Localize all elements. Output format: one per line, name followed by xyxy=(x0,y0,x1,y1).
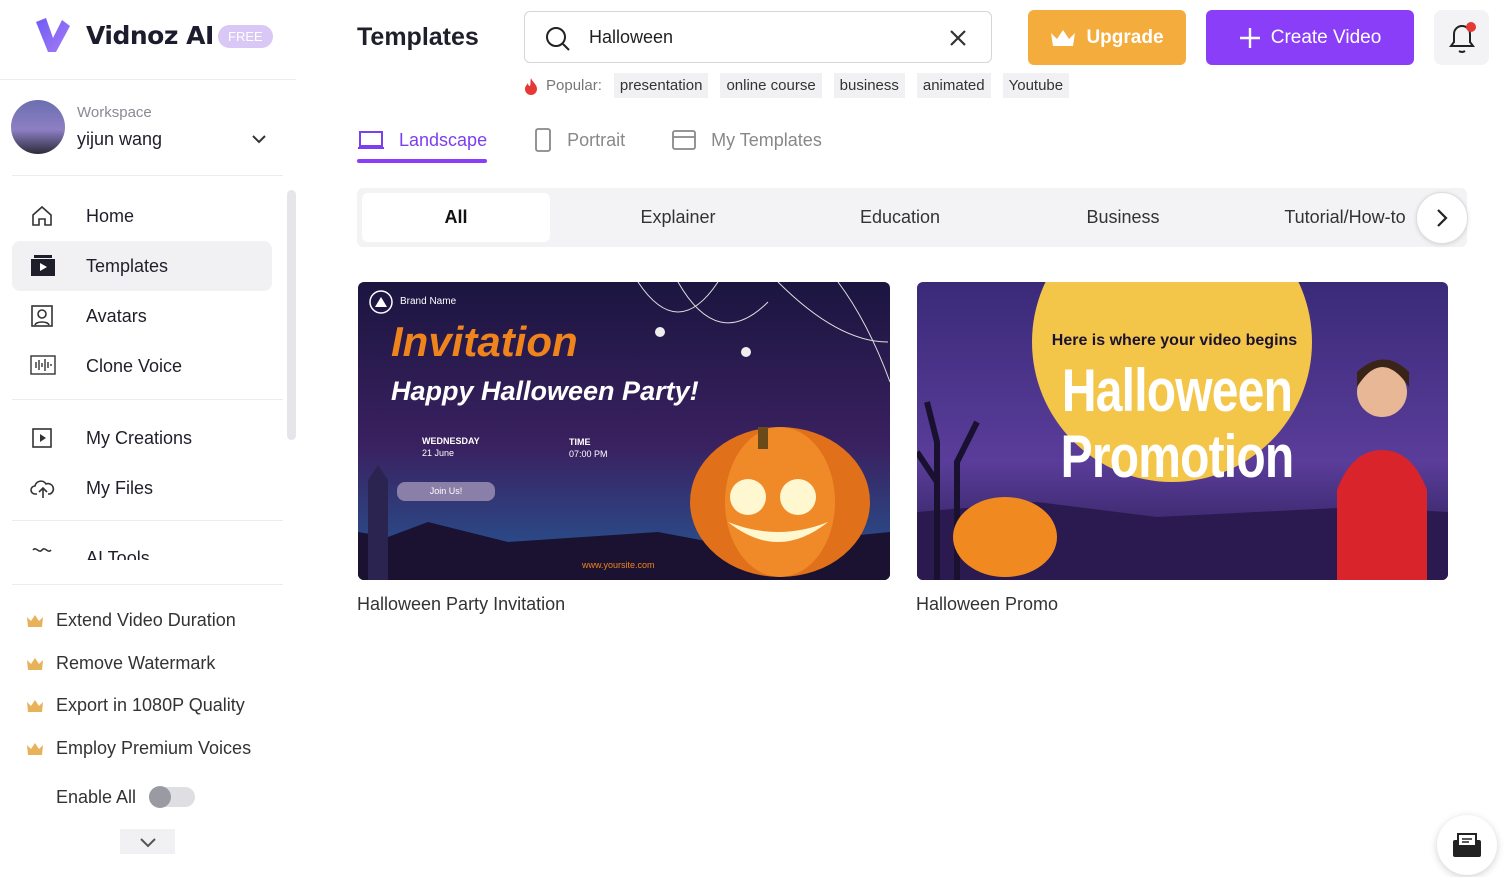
thumb-day: WEDNESDAY xyxy=(422,436,480,446)
upgrade-button[interactable]: Upgrade xyxy=(1028,10,1186,65)
thumb-brand: Brand Name xyxy=(400,296,457,307)
tab-my-templates[interactable]: My Templates xyxy=(671,118,822,162)
sidebar-scrollbar[interactable] xyxy=(287,190,296,440)
templates-icon xyxy=(31,255,55,276)
sidebar-item-my-files[interactable]: My Files xyxy=(12,463,272,513)
category-tutorial[interactable]: Tutorial/How-to xyxy=(1251,193,1439,242)
clear-search-icon[interactable] xyxy=(950,30,966,46)
popular-tag[interactable]: Youtube xyxy=(1002,73,1070,98)
enable-all-toggle[interactable] xyxy=(149,786,195,808)
category-business[interactable]: Business xyxy=(1029,193,1217,242)
orientation-tabs: Landscape Portrait My Templates xyxy=(357,118,868,163)
bell-icon xyxy=(1448,21,1476,53)
thumb-heading: Invitation xyxy=(391,318,578,365)
perk-premium-voices: Employ Premium Voices xyxy=(26,738,251,759)
category-all[interactable]: All xyxy=(362,193,550,242)
thumb-time: 07:00 PM xyxy=(569,449,608,459)
sidebar-item-templates[interactable]: Templates xyxy=(12,241,272,291)
popular-label: Popular: xyxy=(546,77,602,94)
popular-tag[interactable]: business xyxy=(833,73,905,98)
home-icon xyxy=(32,205,52,226)
voice-icon xyxy=(30,355,56,375)
sidebar-item-clone-voice[interactable]: Clone Voice xyxy=(12,341,272,391)
thumb-line1: Halloween xyxy=(1061,357,1293,424)
sidebar-item-label: My Files xyxy=(86,477,153,498)
landscape-icon xyxy=(358,131,384,149)
sidebar-item-avatars[interactable]: Avatars xyxy=(12,291,272,341)
perk-extend-duration: Extend Video Duration xyxy=(26,610,236,631)
category-next-button[interactable] xyxy=(1416,192,1468,244)
brand-name: Vidnoz AI xyxy=(86,20,214,50)
sidebar-item-label: Avatars xyxy=(86,305,147,326)
sidebar-item-ai-tools[interactable]: AI Tools xyxy=(12,532,272,560)
sidebar: Vidnoz AI FREE Workspace yijun wang Home… xyxy=(0,0,296,877)
fire-icon xyxy=(525,77,537,95)
sidebar-item-label: My Creations xyxy=(86,427,193,448)
sidebar-item-home[interactable]: Home xyxy=(12,191,272,241)
search-input[interactable] xyxy=(589,26,929,48)
sidebar-item-label: Templates xyxy=(86,255,169,276)
thumb-site: www.yoursite.com xyxy=(582,560,655,570)
crown-icon xyxy=(27,699,43,712)
category-education[interactable]: Education xyxy=(806,193,994,242)
search-icon xyxy=(546,27,570,51)
thumb-subtitle: Happy Halloween Party! xyxy=(391,376,699,406)
chevron-right-icon xyxy=(1437,209,1448,227)
plan-badge: FREE xyxy=(218,25,273,48)
tab-landscape[interactable]: Landscape xyxy=(357,118,488,163)
crown-icon xyxy=(1051,29,1076,46)
upload-cloud-icon xyxy=(30,480,55,498)
my-templates-icon xyxy=(672,130,697,150)
sidebar-item-label: AI Tools xyxy=(86,548,150,560)
category-explainer[interactable]: Explainer xyxy=(584,193,772,242)
create-video-button[interactable]: Create Video xyxy=(1206,10,1414,65)
crown-icon xyxy=(27,742,43,755)
ai-tools-icon xyxy=(32,548,52,552)
crown-icon xyxy=(27,614,43,627)
crown-icon xyxy=(27,657,43,670)
thumb-date: 21 June xyxy=(422,448,455,458)
sidebar-item-label: Home xyxy=(86,205,135,226)
avatar-icon xyxy=(31,305,53,327)
template-card-halloween-promo[interactable]: Here is where your video begins Hallowee… xyxy=(917,282,1448,580)
template-title[interactable]: Halloween Promo xyxy=(916,594,1058,615)
vidnoz-logo-icon xyxy=(36,18,70,52)
chevron-down-icon[interactable] xyxy=(251,133,267,145)
template-title[interactable]: Halloween Party Invitation xyxy=(357,594,565,615)
search-box[interactable] xyxy=(524,11,992,63)
notifications-button[interactable] xyxy=(1434,10,1489,65)
avatar[interactable] xyxy=(11,100,65,154)
thumb-line2: Promotion xyxy=(1060,423,1295,490)
workspace-label: Workspace xyxy=(77,104,152,121)
perk-remove-watermark: Remove Watermark xyxy=(26,653,215,674)
popular-tag[interactable]: presentation xyxy=(613,73,709,98)
workspace-user[interactable]: yijun wang xyxy=(77,129,162,150)
template-card-party-invitation[interactable]: Brand Name Invitation Happy Halloween Pa… xyxy=(358,282,890,580)
message-button[interactable] xyxy=(1437,815,1497,875)
perk-export-1080p: Export in 1080P Quality xyxy=(26,695,245,716)
chevron-down-icon xyxy=(139,837,156,847)
popular-tag[interactable]: animated xyxy=(916,73,991,98)
tab-portrait[interactable]: Portrait xyxy=(533,118,625,162)
sidebar-item-my-creations[interactable]: My Creations xyxy=(12,413,272,463)
portrait-icon xyxy=(535,128,551,152)
thumb-time-label: TIME xyxy=(569,437,591,447)
play-icon xyxy=(32,428,52,448)
popular-tags: Popular: presentation online course busi… xyxy=(524,73,1070,98)
thumb-cta: Join Us! xyxy=(397,482,495,501)
brand-logo[interactable]: Vidnoz AI xyxy=(34,16,214,54)
expand-more-button[interactable] xyxy=(120,829,175,854)
plus-icon xyxy=(1239,27,1260,48)
popular-tag[interactable]: online course xyxy=(720,73,822,98)
category-bar: All Explainer Education Business Tutoria… xyxy=(357,188,1467,247)
mail-icon xyxy=(1453,833,1481,857)
enable-all-label: Enable All xyxy=(56,787,137,807)
page-title: Templates xyxy=(357,23,479,51)
sidebar-item-label: Clone Voice xyxy=(86,355,183,376)
thumb-tagline: Here is where your video begins xyxy=(1051,332,1298,349)
